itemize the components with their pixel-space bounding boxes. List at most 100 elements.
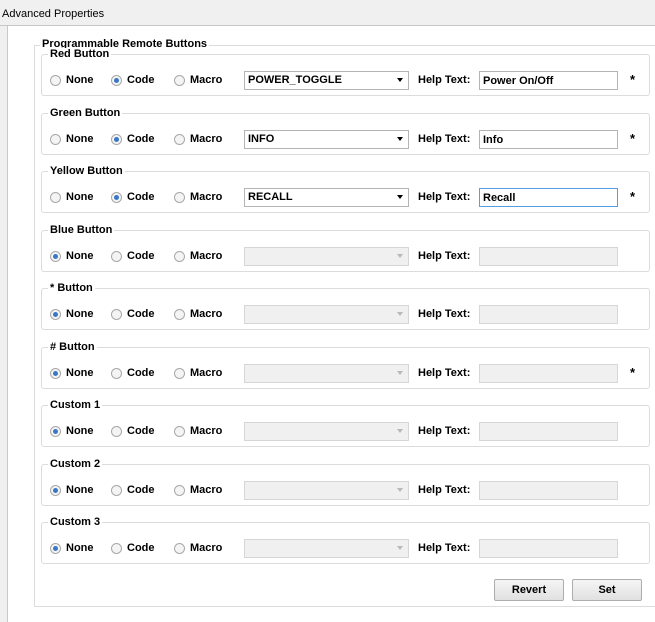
hash-macro-radio[interactable]: Macro <box>174 367 222 379</box>
radio-unchecked-icon <box>111 308 122 320</box>
blue-none-radio[interactable]: None <box>50 250 94 262</box>
custom-3-code-label: Code <box>127 542 155 554</box>
green-code-radio[interactable]: Code <box>111 133 155 145</box>
custom-1-help-text-label: Help Text: <box>418 425 471 437</box>
red-macro-radio[interactable]: Macro <box>174 74 222 86</box>
hash-none-radio[interactable]: None <box>50 367 94 379</box>
radio-checked-icon <box>111 74 122 86</box>
custom-3-command-combo[interactable] <box>244 539 409 558</box>
yellow-code-label: Code <box>127 191 155 203</box>
chevron-down-icon <box>397 195 403 199</box>
yellow-macro-label: Macro <box>190 191 223 203</box>
radio-unchecked-icon <box>111 425 122 437</box>
green-button-title: Green Button <box>48 107 123 119</box>
radio-checked-icon <box>50 250 61 262</box>
radio-unchecked-icon <box>174 308 185 320</box>
yellow-command-value: RECALL <box>248 191 293 203</box>
red-none-label: None <box>66 74 94 86</box>
star-code-radio[interactable]: Code <box>111 308 155 320</box>
hash-required-marker: * <box>630 365 636 380</box>
green-macro-label: Macro <box>190 133 223 145</box>
radio-unchecked-icon <box>111 250 122 262</box>
blue-code-radio[interactable]: Code <box>111 250 155 262</box>
hash-command-combo[interactable] <box>244 364 409 383</box>
blue-command-combo[interactable] <box>244 247 409 266</box>
star-none-label: None <box>66 308 94 320</box>
custom-3-none-radio[interactable]: None <box>50 542 94 554</box>
blue-help-text-label: Help Text: <box>418 250 471 262</box>
custom-1-macro-label: Macro <box>190 425 223 437</box>
hash-button-title: # Button <box>48 341 97 353</box>
green-required-marker: * <box>630 131 636 146</box>
radio-checked-icon <box>50 484 61 496</box>
custom-2-none-radio[interactable]: None <box>50 484 94 496</box>
blue-macro-radio[interactable]: Macro <box>174 250 222 262</box>
blue-button-title: Blue Button <box>48 224 115 236</box>
red-help-text-input[interactable] <box>479 71 618 90</box>
chevron-down-icon <box>397 546 403 550</box>
custom-1-command-combo[interactable] <box>244 422 409 441</box>
radio-unchecked-icon <box>174 191 185 203</box>
star-help-text-input[interactable] <box>479 305 618 324</box>
green-macro-radio[interactable]: Macro <box>174 133 222 145</box>
hash-code-radio[interactable]: Code <box>111 367 155 379</box>
custom-1-code-radio[interactable]: Code <box>111 425 155 437</box>
custom-3-code-radio[interactable]: Code <box>111 542 155 554</box>
revert-button[interactable]: Revert <box>494 579 564 601</box>
radio-unchecked-icon <box>111 484 122 496</box>
hash-none-label: None <box>66 367 94 379</box>
radio-checked-icon <box>111 191 122 203</box>
yellow-macro-radio[interactable]: Macro <box>174 191 222 203</box>
radio-checked-icon <box>50 542 61 554</box>
star-none-radio[interactable]: None <box>50 308 94 320</box>
radio-checked-icon <box>111 133 122 145</box>
custom-3-macro-radio[interactable]: Macro <box>174 542 222 554</box>
star-command-combo[interactable] <box>244 305 409 324</box>
hash-macro-label: Macro <box>190 367 223 379</box>
star-macro-radio[interactable]: Macro <box>174 308 222 320</box>
custom-3-none-label: None <box>66 542 94 554</box>
set-button[interactable]: Set <box>572 579 642 601</box>
hash-code-label: Code <box>127 367 155 379</box>
custom-1-help-text-input[interactable] <box>479 422 618 441</box>
yellow-code-radio[interactable]: Code <box>111 191 155 203</box>
red-code-radio[interactable]: Code <box>111 74 155 86</box>
star-macro-label: Macro <box>190 308 223 320</box>
custom-2-macro-radio[interactable]: Macro <box>174 484 222 496</box>
red-command-value: POWER_TOGGLE <box>248 74 342 86</box>
red-required-marker: * <box>630 72 636 87</box>
yellow-none-radio[interactable]: None <box>50 191 94 203</box>
green-help-text-input[interactable] <box>479 130 618 149</box>
red-code-label: Code <box>127 74 155 86</box>
radio-checked-icon <box>50 367 61 379</box>
green-none-radio[interactable]: None <box>50 133 94 145</box>
green-command-combo[interactable]: INFO <box>244 130 409 149</box>
red-button-title: Red Button <box>48 48 112 60</box>
red-help-text-label: Help Text: <box>418 74 471 86</box>
custom-1-none-radio[interactable]: None <box>50 425 94 437</box>
custom-2-help-text-input[interactable] <box>479 481 618 500</box>
custom-1-macro-radio[interactable]: Macro <box>174 425 222 437</box>
blue-help-text-input[interactable] <box>479 247 618 266</box>
custom-2-command-combo[interactable] <box>244 481 409 500</box>
radio-unchecked-icon <box>174 367 185 379</box>
red-command-combo[interactable]: POWER_TOGGLE <box>244 71 409 90</box>
radio-unchecked-icon <box>174 425 185 437</box>
radio-unchecked-icon <box>50 133 61 145</box>
chevron-down-icon <box>397 137 403 141</box>
custom-3-help-text-input[interactable] <box>479 539 618 558</box>
red-none-radio[interactable]: None <box>50 74 94 86</box>
radio-unchecked-icon <box>174 484 185 496</box>
chevron-down-icon <box>397 429 403 433</box>
yellow-help-text-input[interactable] <box>479 188 618 207</box>
radio-unchecked-icon <box>50 191 61 203</box>
custom-2-code-radio[interactable]: Code <box>111 484 155 496</box>
hash-help-text-input[interactable] <box>479 364 618 383</box>
radio-unchecked-icon <box>174 74 185 86</box>
left-splitter <box>0 26 8 622</box>
chevron-down-icon <box>397 488 403 492</box>
yellow-command-combo[interactable]: RECALL <box>244 188 409 207</box>
title-bar: Advanced Properties <box>0 0 655 26</box>
green-command-value: INFO <box>248 133 275 145</box>
radio-unchecked-icon <box>50 74 61 86</box>
